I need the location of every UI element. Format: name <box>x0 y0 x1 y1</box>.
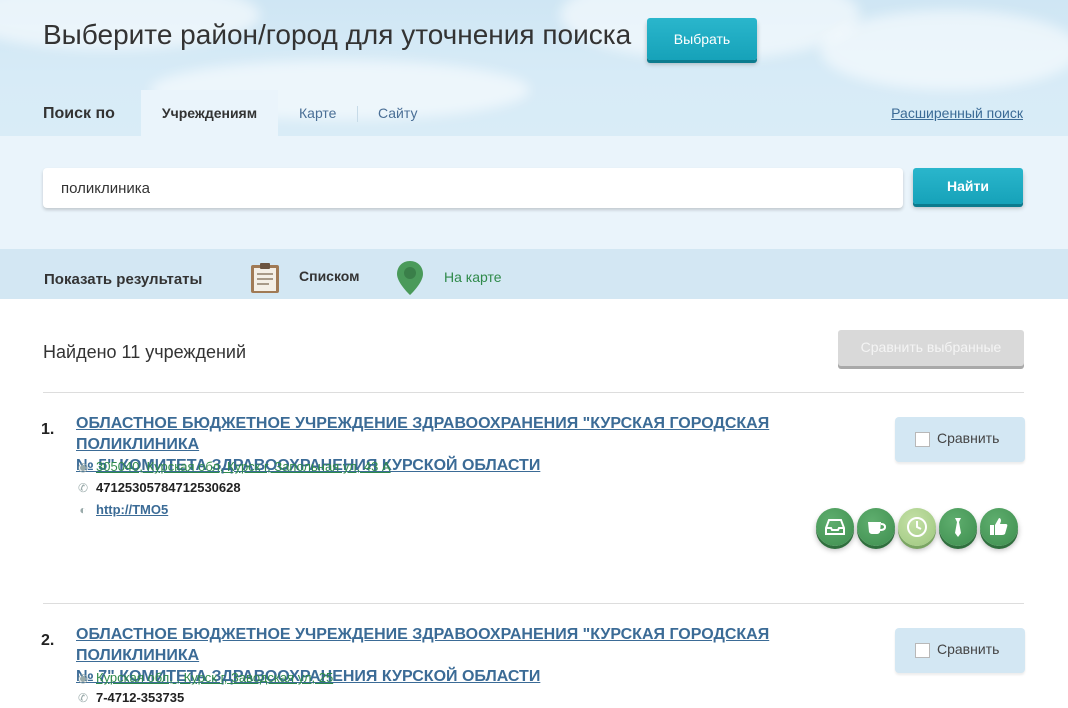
view-toggle-bar: Показать результаты Списком На карте <box>0 249 1068 299</box>
compare-checkbox[interactable] <box>915 643 930 658</box>
phone-icon: ✆ <box>77 691 89 705</box>
divider <box>43 603 1024 604</box>
search-tabs: Поиск по Учреждениям Карте Сайту Расшире… <box>0 90 1068 136</box>
item-number: 1. <box>41 421 55 438</box>
show-results-label: Показать результаты <box>44 271 203 288</box>
tab-map[interactable]: Карте <box>299 105 336 121</box>
search-by-label: Поиск по <box>43 105 115 122</box>
search-input[interactable] <box>43 168 903 208</box>
phone-icon: ✆ <box>77 481 89 495</box>
tab-institutions[interactable]: Учреждениям <box>141 90 278 136</box>
map-pin-icon[interactable] <box>396 260 424 296</box>
clock-icon[interactable] <box>898 508 936 546</box>
item-site[interactable]: ◐ http://TMO5 <box>76 502 168 517</box>
location-icon: ◉ <box>77 460 89 474</box>
list-icon[interactable] <box>250 262 280 294</box>
list-item: 1. ОБЛАСТНОЕ БЮДЖЕТНОЕ УЧРЕЖДЕНИЕ ЗДРАВО… <box>0 413 1068 593</box>
tie-icon[interactable] <box>939 508 977 546</box>
cup-icon[interactable] <box>857 508 895 546</box>
item-title-line: ОБЛАСТНОЕ БЮДЖЕТНОЕ УЧРЕЖДЕНИЕ ЗДРАВООХР… <box>76 626 770 664</box>
item-title-line: ОБЛАСТНОЕ БЮДЖЕТНОЕ УЧРЕЖДЕНИЕ ЗДРАВООХР… <box>76 415 770 453</box>
globe-icon: ◐ <box>79 503 87 517</box>
view-map-option[interactable]: На карте <box>444 269 502 285</box>
compare-selected-button[interactable]: Сравнить выбранные <box>838 330 1024 366</box>
inbox-icon[interactable] <box>816 508 854 546</box>
compare-toggle[interactable]: Сравнить <box>895 417 1025 462</box>
page-title: Выберите район/город для уточнения поиск… <box>43 19 632 50</box>
item-phone: ✆ 47125305784712530628 <box>77 480 241 495</box>
tab-site[interactable]: Сайту <box>378 105 417 121</box>
compare-checkbox[interactable] <box>915 432 930 447</box>
location-icon: ◉ <box>77 671 89 685</box>
tab-divider <box>357 106 358 122</box>
compare-toggle[interactable]: Сравнить <box>895 628 1025 673</box>
cloud-decoration <box>820 10 1068 90</box>
choose-region-button[interactable]: Выбрать <box>647 18 757 60</box>
divider <box>43 392 1024 393</box>
item-phone: ✆ 7-4712-353735 <box>77 690 185 705</box>
advanced-search-link[interactable]: Расширенный поиск <box>891 105 1023 121</box>
results-count: Найдено 11 учреждений <box>43 342 247 362</box>
thumbs-up-icon[interactable] <box>980 508 1018 546</box>
view-list-option[interactable]: Списком <box>299 268 360 284</box>
item-number: 2. <box>41 632 55 649</box>
item-address[interactable]: ◉ Курская обл, , Курск г, Заводская ул, 2… <box>76 670 333 685</box>
list-item: 2. ОБЛАСТНОЕ БЮДЖЕТНОЕ УЧРЕЖДЕНИЕ ЗДРАВО… <box>0 624 1068 708</box>
compare-label: Сравнить <box>937 430 1000 446</box>
compare-label: Сравнить <box>937 641 1000 657</box>
find-button[interactable]: Найти <box>913 168 1023 204</box>
item-address[interactable]: ◉ 305040, Курская обл, Курск г, Запольная… <box>76 459 391 474</box>
